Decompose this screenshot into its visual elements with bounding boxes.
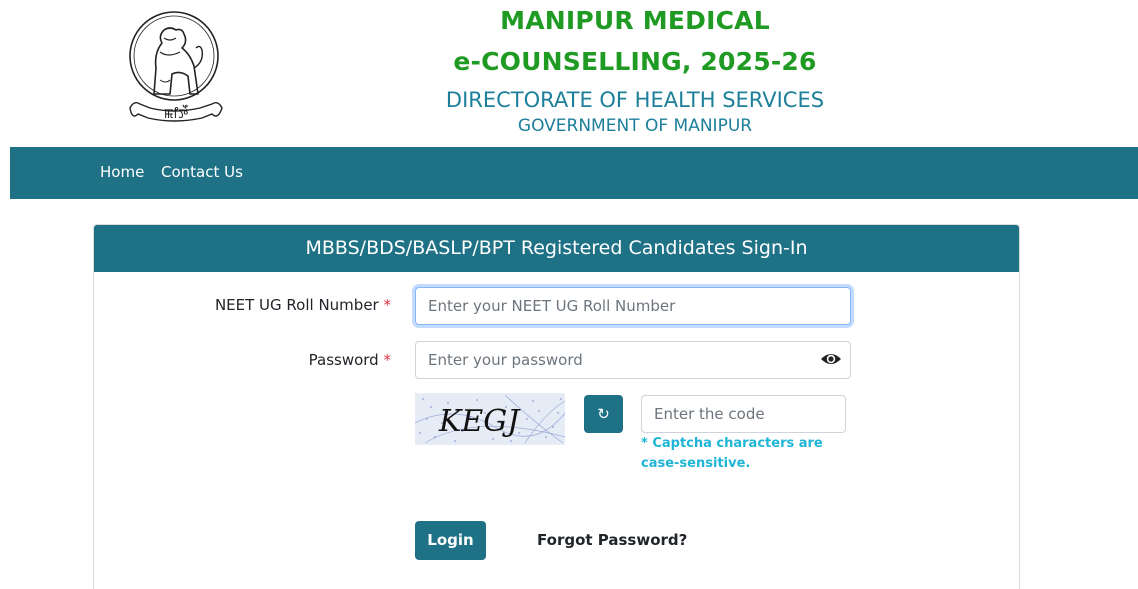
password-label: Password * [141, 351, 391, 369]
site-title: MANIPUR MEDICAL [500, 6, 770, 35]
captcha-text: KEGJ [438, 404, 521, 439]
roll-number-label: NEET UG Roll Number * [141, 296, 391, 314]
required-mark: * [383, 351, 392, 369]
captcha-image: KEGJ [415, 393, 565, 445]
nav-contact-link[interactable]: Contact Us [161, 163, 243, 181]
svg-text:ꯃꯤꯇꯩ: ꯃꯤꯇꯩ [164, 105, 189, 122]
captcha-note: * Captcha characters are case-sensitive. [641, 436, 823, 471]
roll-number-label-text: NEET UG Roll Number [214, 296, 379, 314]
refresh-captcha-button[interactable]: ↻ [584, 395, 623, 433]
manipur-state-emblem-icon: ꯃꯤꯇꯩ [129, 11, 223, 122]
signin-card-title: MBBS/BDS/BASLP/BPT Registered Candidates… [94, 225, 1019, 272]
site-header: ꯃꯤꯇꯩ MANIPUR MEDICAL e-COUNSELLING, 2025… [0, 0, 1138, 146]
refresh-icon: ↻ [597, 405, 610, 423]
main-navbar: Home Contact Us [10, 147, 1138, 199]
forgot-password-link[interactable]: Forgot Password? [537, 531, 687, 549]
site-subtitle: e-COUNSELLING, 2025-26 [453, 47, 817, 76]
captcha-input[interactable] [641, 395, 846, 433]
roll-number-input[interactable] [415, 287, 851, 325]
department-name: DIRECTORATE OF HEALTH SERVICES [445, 88, 825, 112]
required-mark: * [383, 296, 392, 314]
government-name: GOVERNMENT OF MANIPUR [517, 116, 753, 136]
eye-icon[interactable] [820, 351, 842, 367]
password-label-text: Password [308, 351, 379, 369]
password-input[interactable] [415, 341, 851, 379]
nav-home-link[interactable]: Home [100, 163, 144, 181]
login-button[interactable]: Login [415, 521, 486, 560]
